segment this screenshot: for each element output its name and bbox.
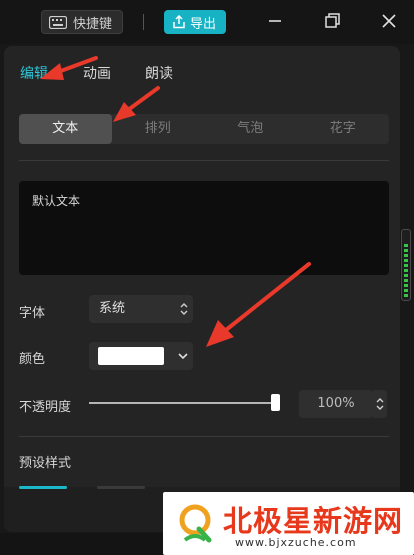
tab-animation[interactable]: 动画	[83, 63, 111, 83]
preset-style-item[interactable]	[97, 486, 145, 489]
watermark-banner: 北极星新游网 www.bjxzuche.com	[163, 492, 414, 555]
opacity-input[interactable]: 100%	[299, 390, 373, 418]
chevron-updown-icon	[180, 303, 188, 315]
font-select[interactable]: 系统	[89, 295, 193, 323]
opacity-slider-track[interactable]	[89, 402, 276, 404]
shortcut-label: 快捷键	[73, 16, 113, 32]
opacity-label: 不透明度	[19, 400, 72, 415]
export-label: 导出	[190, 16, 217, 32]
subtab-fancy-text[interactable]: 花字	[297, 114, 390, 144]
chevron-down-icon[interactable]	[177, 351, 189, 361]
font-label: 字体	[19, 306, 46, 321]
toolbar-divider	[143, 14, 144, 30]
tab-read-aloud[interactable]: 朗读	[145, 63, 173, 83]
text-input[interactable]: 默认文本	[19, 181, 389, 275]
watermark-url: www.bjxzuche.com	[235, 536, 357, 549]
watermark-logo-icon	[179, 504, 212, 543]
color-picker[interactable]	[89, 342, 193, 370]
close-icon[interactable]	[380, 12, 398, 30]
shortcut-button[interactable]: 快捷键	[41, 10, 123, 34]
subtab-bubble[interactable]: 气泡	[204, 114, 297, 144]
export-button[interactable]: 导出	[164, 10, 226, 34]
chevron-updown-icon	[376, 398, 384, 410]
color-swatch	[98, 347, 164, 365]
preset-style-item[interactable]	[19, 486, 67, 489]
opacity-slider-thumb[interactable]	[271, 394, 280, 411]
title-bar: 快捷键 导出	[0, 0, 414, 44]
opacity-stepper[interactable]	[373, 390, 387, 418]
subtab-text[interactable]: 文本	[19, 114, 112, 144]
volume-meter	[401, 229, 411, 301]
keyboard-icon	[49, 15, 67, 29]
text-properties-panel: 编辑 动画 朗读 文本 排列 气泡 花字 默认文本 字体 系统 颜色 不透明度 …	[4, 46, 400, 532]
subtab-arrange[interactable]: 排列	[112, 114, 205, 144]
text-subtabs: 文本 排列 气泡 花字	[19, 114, 389, 144]
minimize-icon[interactable]	[266, 12, 284, 30]
maximize-icon[interactable]	[323, 12, 341, 30]
watermark-title: 北极星新游网	[223, 504, 404, 538]
upload-icon	[173, 15, 185, 29]
color-label: 颜色	[19, 352, 46, 367]
tab-edit[interactable]: 编辑	[20, 63, 48, 83]
font-value: 系统	[99, 301, 126, 316]
preset-style-label: 预设样式	[19, 456, 72, 471]
section-divider	[19, 160, 389, 161]
section-divider	[19, 436, 389, 437]
